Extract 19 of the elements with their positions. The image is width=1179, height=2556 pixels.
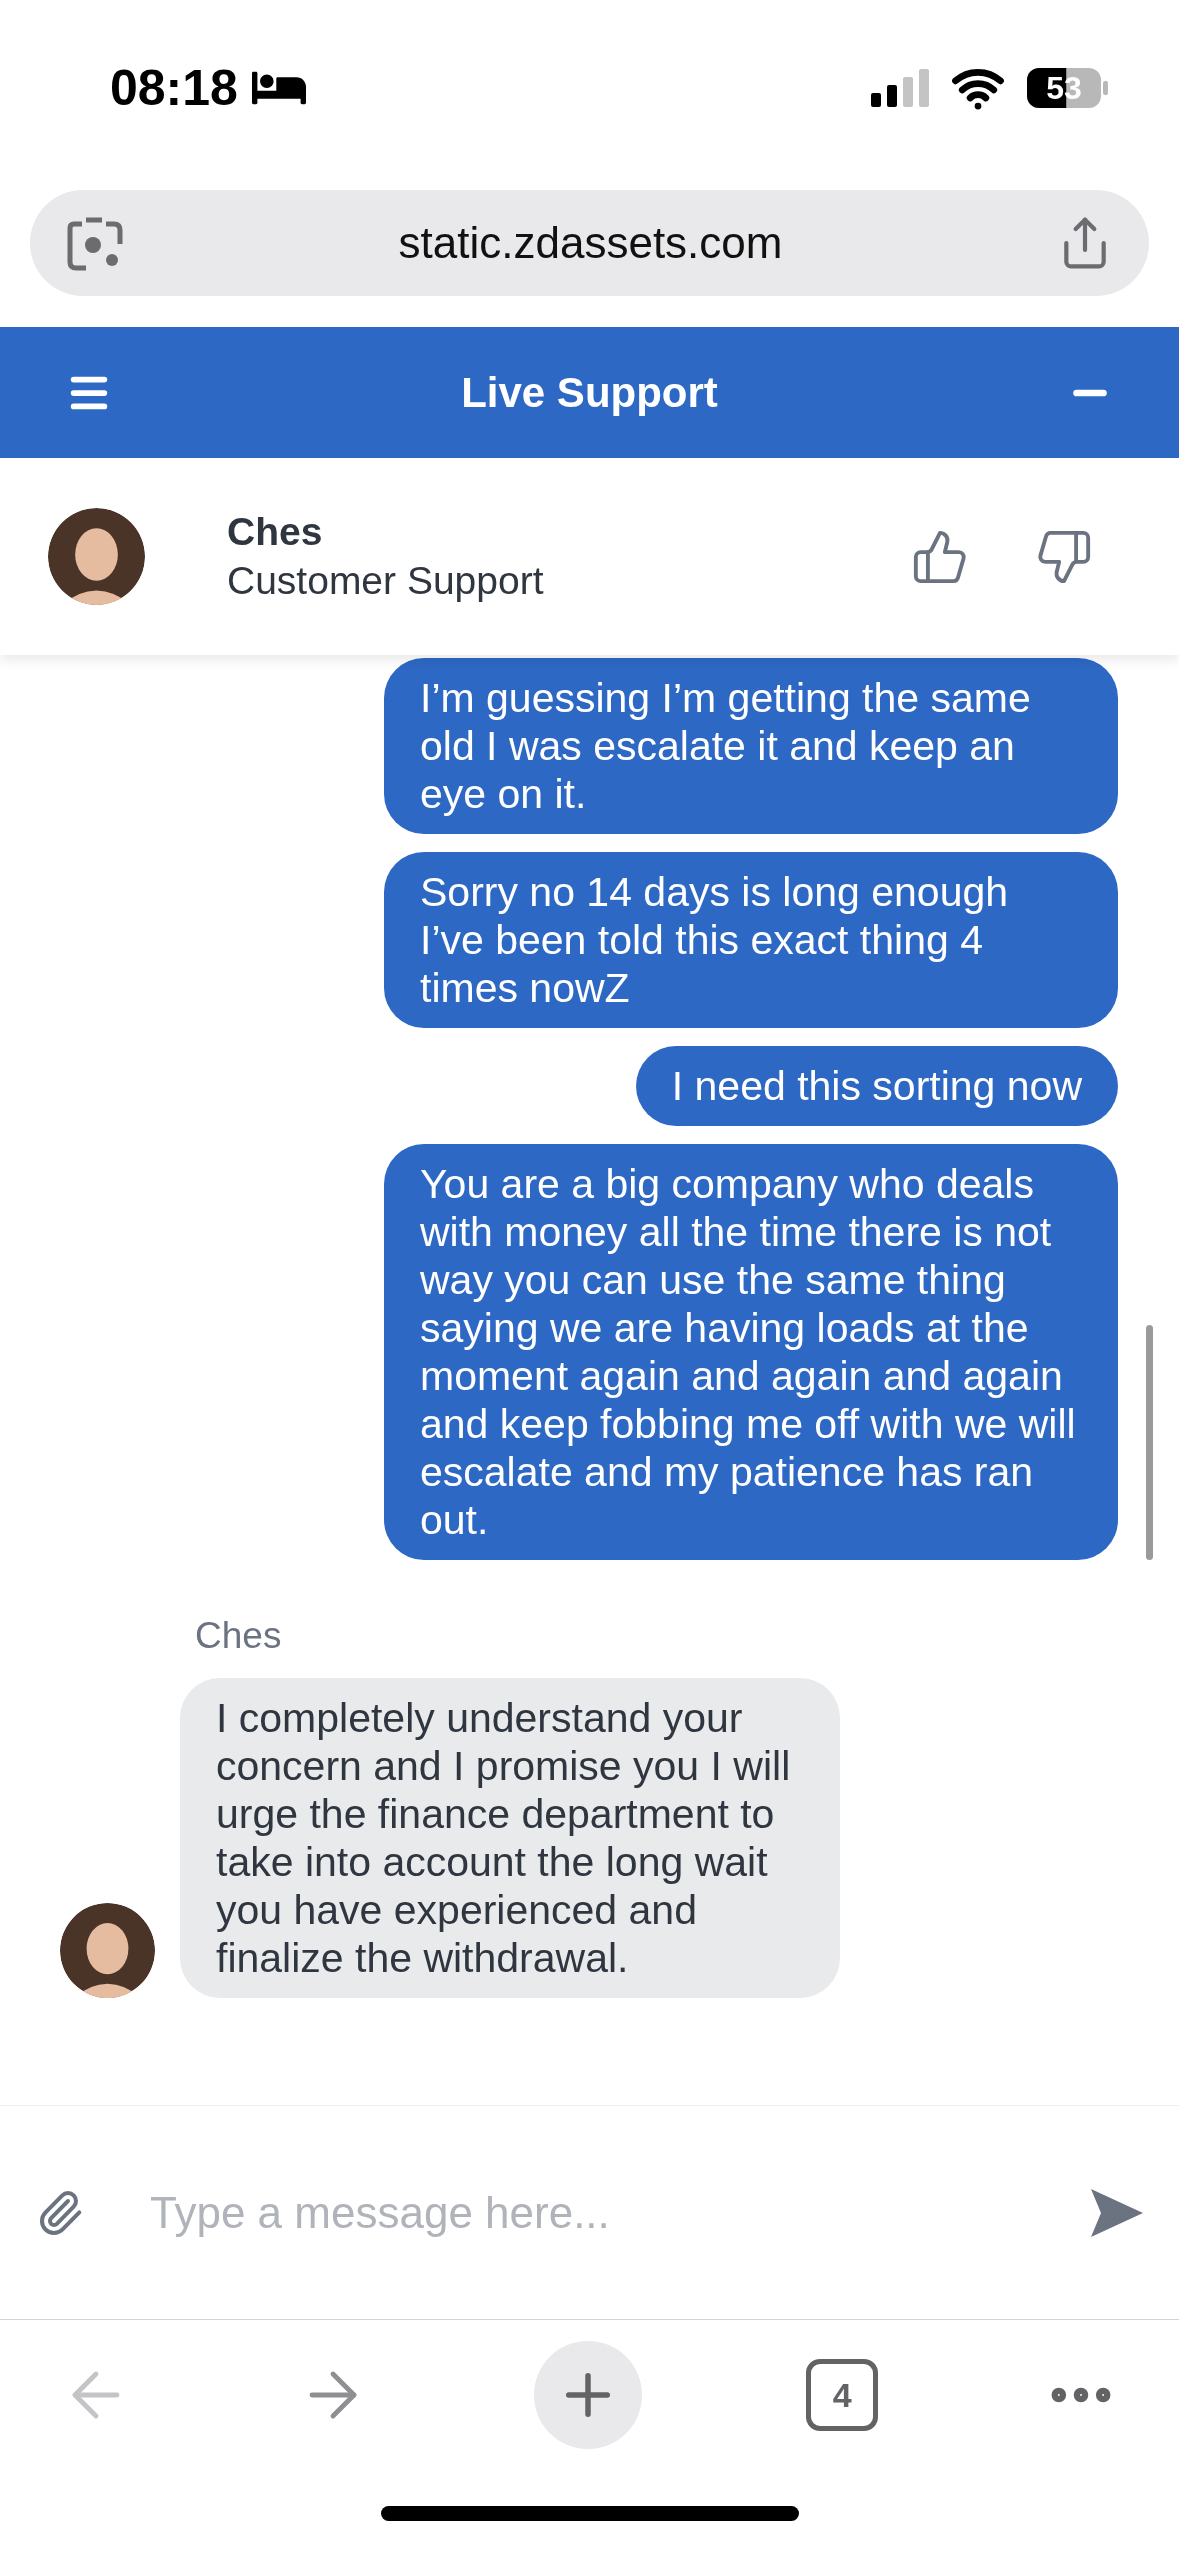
sent-message: You are a big company who deals with money all the time there is not way you can use the same thing saying we are having loads at the moment again and again and again and keep fobbing me off with we will escalate and my patience has ran out. bbox=[384, 1144, 1118, 1560]
status-time: 08:18 bbox=[110, 58, 238, 118]
signal-icon bbox=[871, 69, 929, 107]
avatar-icon bbox=[60, 1902, 155, 1998]
avatar-icon bbox=[48, 508, 145, 605]
send-icon[interactable] bbox=[1091, 2188, 1143, 2237]
tab-count[interactable]: 4 bbox=[806, 2359, 879, 2431]
agent-role: Customer Support bbox=[227, 557, 544, 604]
address-bar[interactable]: static.zdassets.com bbox=[30, 190, 1149, 296]
sent-message: Sorry no 14 days is long enough I’ve been told this exact thing 4 times nowZ bbox=[384, 852, 1118, 1028]
scrollbar[interactable] bbox=[1146, 1325, 1153, 1560]
sent-message: I’m guessing I’m getting the same old I was escalate it and keep an eye on it. bbox=[384, 658, 1118, 834]
sender-name: Ches bbox=[195, 1614, 283, 1658]
agent-name: Ches bbox=[227, 508, 324, 555]
chat-title: Live Support bbox=[461, 368, 718, 418]
url-text[interactable]: static.zdassets.com bbox=[398, 210, 783, 276]
sent-message: I need this sorting now bbox=[635, 1046, 1118, 1126]
message-input[interactable]: Type a message here... bbox=[150, 2179, 1091, 2246]
received-message: I completely understand your concern and I promise you I will urge the finance department to take into account the long wait you have experienced and finalize the withdrawal. bbox=[180, 1677, 840, 1998]
